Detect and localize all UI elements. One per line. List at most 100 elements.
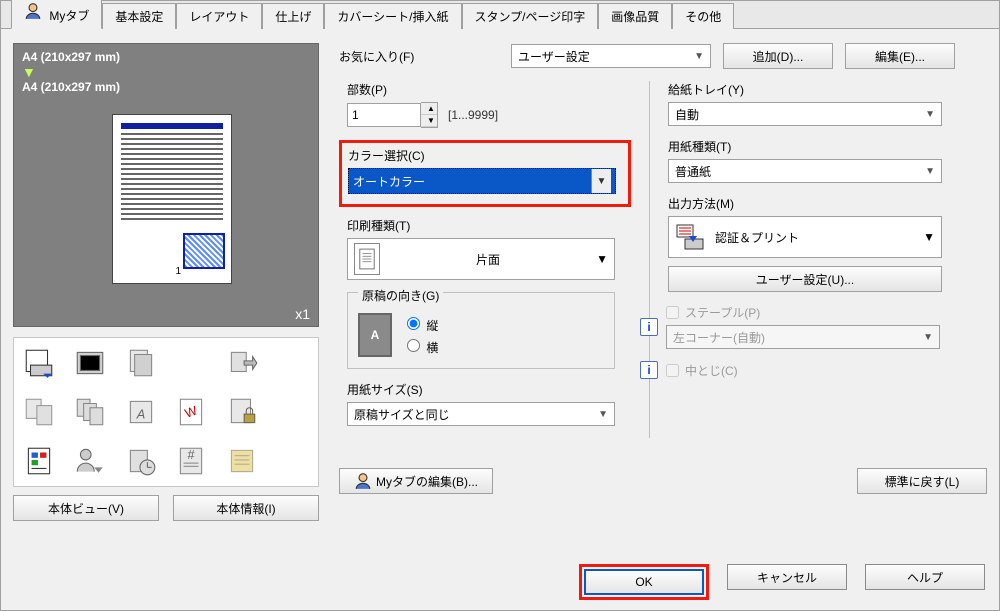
person-icon <box>24 2 42 20</box>
tab-mytab[interactable]: Myタブ <box>11 0 102 29</box>
feature-copies-icon[interactable] <box>14 387 65 436</box>
copies-input[interactable] <box>347 103 421 127</box>
staple-value: 左コーナー(自動) <box>673 329 765 346</box>
chevron-down-icon: ▼ <box>925 109 935 120</box>
cancel-button[interactable]: キャンセル <box>727 564 847 590</box>
add-favorite-button[interactable]: 追加(D)... <box>723 43 833 69</box>
tab-quality[interactable]: 画像品質 <box>598 3 672 29</box>
ok-button[interactable]: OK <box>584 569 704 595</box>
edit-mytab-button[interactable]: Myタブの編集(B)... <box>339 468 493 494</box>
staple-select: 左コーナー(自動) ▼ <box>666 325 940 349</box>
printer-properties-dialog: Myタブ 基本設定 レイアウト 仕上げ カバーシート/挿入紙 スタンプ/ページ印… <box>0 0 1000 611</box>
dialog-button-row: OK キャンセル ヘルプ <box>579 564 985 600</box>
paper-size-field: 用紙サイズ(S) 原稿サイズと同じ ▼ <box>339 381 631 426</box>
tab-label: スタンプ/ページ印字 <box>475 10 586 24</box>
copies-field: 部数(P) ▲ ▼ [1...9999] <box>339 81 631 128</box>
feature-icon-grid: A W # <box>13 337 319 487</box>
feature-lines-icon[interactable] <box>217 437 268 486</box>
tray-value: 自動 <box>675 106 699 123</box>
tab-cover[interactable]: カバーシート/挿入紙 <box>324 3 461 29</box>
paper-type-label: 用紙種類(T) <box>668 138 987 155</box>
info-icon[interactable]: i <box>640 361 658 379</box>
feature-multi-icon[interactable] <box>65 387 116 436</box>
feature-screen-icon[interactable] <box>65 338 116 387</box>
feature-color-doc-icon[interactable] <box>14 437 65 486</box>
reset-defaults-button[interactable]: 標準に戻す(L) <box>857 468 987 494</box>
tab-label: 仕上げ <box>275 10 311 24</box>
paper-type-select[interactable]: 普通紙 ▼ <box>668 159 942 183</box>
chevron-down-icon: ▼ <box>923 230 935 244</box>
feature-secure-icon[interactable] <box>217 387 268 436</box>
spin-down-icon[interactable]: ▼ <box>421 115 437 127</box>
color-select[interactable]: オートカラー ▼ <box>348 168 616 194</box>
feature-transfer-icon[interactable] <box>217 338 268 387</box>
feature-stack-icon[interactable] <box>115 338 166 387</box>
paper-size-select[interactable]: 原稿サイズと同じ ▼ <box>347 402 615 426</box>
tab-strip: Myタブ 基本設定 レイアウト 仕上げ カバーシート/挿入紙 スタンプ/ページ印… <box>1 1 999 29</box>
settings-col-right: 給紙トレイ(Y) 自動 ▼ 用紙種類(T) 普通紙 ▼ <box>649 81 987 438</box>
tab-basic[interactable]: 基本設定 <box>102 3 176 29</box>
portrait-icon: A <box>358 313 392 357</box>
arrow-down-icon: ▼ <box>22 64 310 80</box>
chevron-down-icon: ▼ <box>923 332 933 343</box>
tray-field: 給紙トレイ(Y) 自動 ▼ <box>668 81 987 126</box>
feature-history-icon[interactable] <box>115 437 166 486</box>
svg-text:A: A <box>135 406 145 421</box>
tab-finishing[interactable]: 仕上げ <box>262 3 324 29</box>
tray-label: 給紙トレイ(Y) <box>668 81 987 98</box>
tab-label: カバーシート/挿入紙 <box>337 10 448 24</box>
tab-stamp[interactable]: スタンプ/ページ印字 <box>462 3 599 29</box>
zoom-multiplier: x1 <box>295 306 310 322</box>
preview-pane: A4 (210x297 mm) ▼ A4 (210x297 mm) 1 x1 <box>13 43 319 327</box>
chevron-down-icon: ▼ <box>591 169 611 193</box>
staple-checkbox: ステープル(P) <box>666 304 987 321</box>
orientation-portrait-radio[interactable]: 縦 <box>402 314 438 334</box>
user-settings-button[interactable]: ユーザー設定(U)... <box>668 266 942 292</box>
ok-highlight: OK <box>579 564 709 600</box>
tab-other[interactable]: その他 <box>672 3 734 29</box>
print-type-value: 片面 <box>390 251 586 268</box>
feature-watermark-icon[interactable]: W <box>166 387 217 436</box>
print-type-label: 印刷種類(T) <box>339 217 631 234</box>
feature-user-icon[interactable] <box>65 437 116 486</box>
page-thumbnail: 1 <box>112 114 232 284</box>
preview-column: A4 (210x297 mm) ▼ A4 (210x297 mm) 1 x1 <box>13 43 319 521</box>
settings-two-columns: 部数(P) ▲ ▼ [1...9999] <box>339 81 987 438</box>
tab-label: 基本設定 <box>115 10 163 24</box>
favorites-select[interactable]: ユーザー設定 ▼ <box>511 44 711 68</box>
spin-up-icon[interactable]: ▲ <box>421 103 437 115</box>
copies-label: 部数(P) <box>339 81 631 98</box>
output-method-select[interactable]: 認証＆プリント ▼ <box>668 216 942 258</box>
settings-column: お気に入り(F) ユーザー設定 ▼ 追加(D)... 編集(E)... 部数(P… <box>339 43 987 521</box>
feature-printer-icon[interactable] <box>14 338 65 387</box>
dest-size: A4 (210x297 mm) <box>22 80 310 94</box>
paper-size-label: 用紙サイズ(S) <box>339 381 631 398</box>
svg-text:#: # <box>188 447 196 462</box>
tray-select[interactable]: 自動 ▼ <box>668 102 942 126</box>
saddle-field: i 中とじ(C) <box>640 361 987 379</box>
body-view-button[interactable]: 本体ビュー(V) <box>13 495 159 521</box>
copies-spinner[interactable]: ▲ ▼ <box>421 102 438 128</box>
tab-label: Myタブ <box>49 9 89 23</box>
tab-layout[interactable]: レイアウト <box>176 3 262 29</box>
chevron-down-icon: ▼ <box>598 409 608 420</box>
feature-font-icon[interactable]: A <box>115 387 166 436</box>
paper-type-field: 用紙種類(T) 普通紙 ▼ <box>668 138 987 183</box>
auth-print-icon <box>675 222 705 252</box>
info-icon[interactable]: i <box>640 318 658 336</box>
saddle-checkbox: 中とじ(C) <box>666 362 738 379</box>
person-icon <box>354 472 372 490</box>
edit-favorite-button[interactable]: 編集(E)... <box>845 43 955 69</box>
orientation-landscape-radio[interactable]: 横 <box>402 336 438 356</box>
page-number: 1 <box>175 266 181 277</box>
settings-col-left: 部数(P) ▲ ▼ [1...9999] <box>339 81 649 438</box>
body-info-button[interactable]: 本体情報(I) <box>173 495 319 521</box>
feature-numbering-icon[interactable]: # <box>166 437 217 486</box>
help-button[interactable]: ヘルプ <box>865 564 985 590</box>
staple-field: i ステープル(P) 左コーナー(自動) ▼ <box>640 304 987 349</box>
orientation-label: 原稿の向き(G) <box>358 287 443 304</box>
print-type-select[interactable]: 片面 ▼ <box>347 238 615 280</box>
image-placeholder-icon <box>183 233 225 269</box>
chevron-down-icon: ▼ <box>596 252 608 266</box>
paper-size-value: 原稿サイズと同じ <box>354 406 450 423</box>
